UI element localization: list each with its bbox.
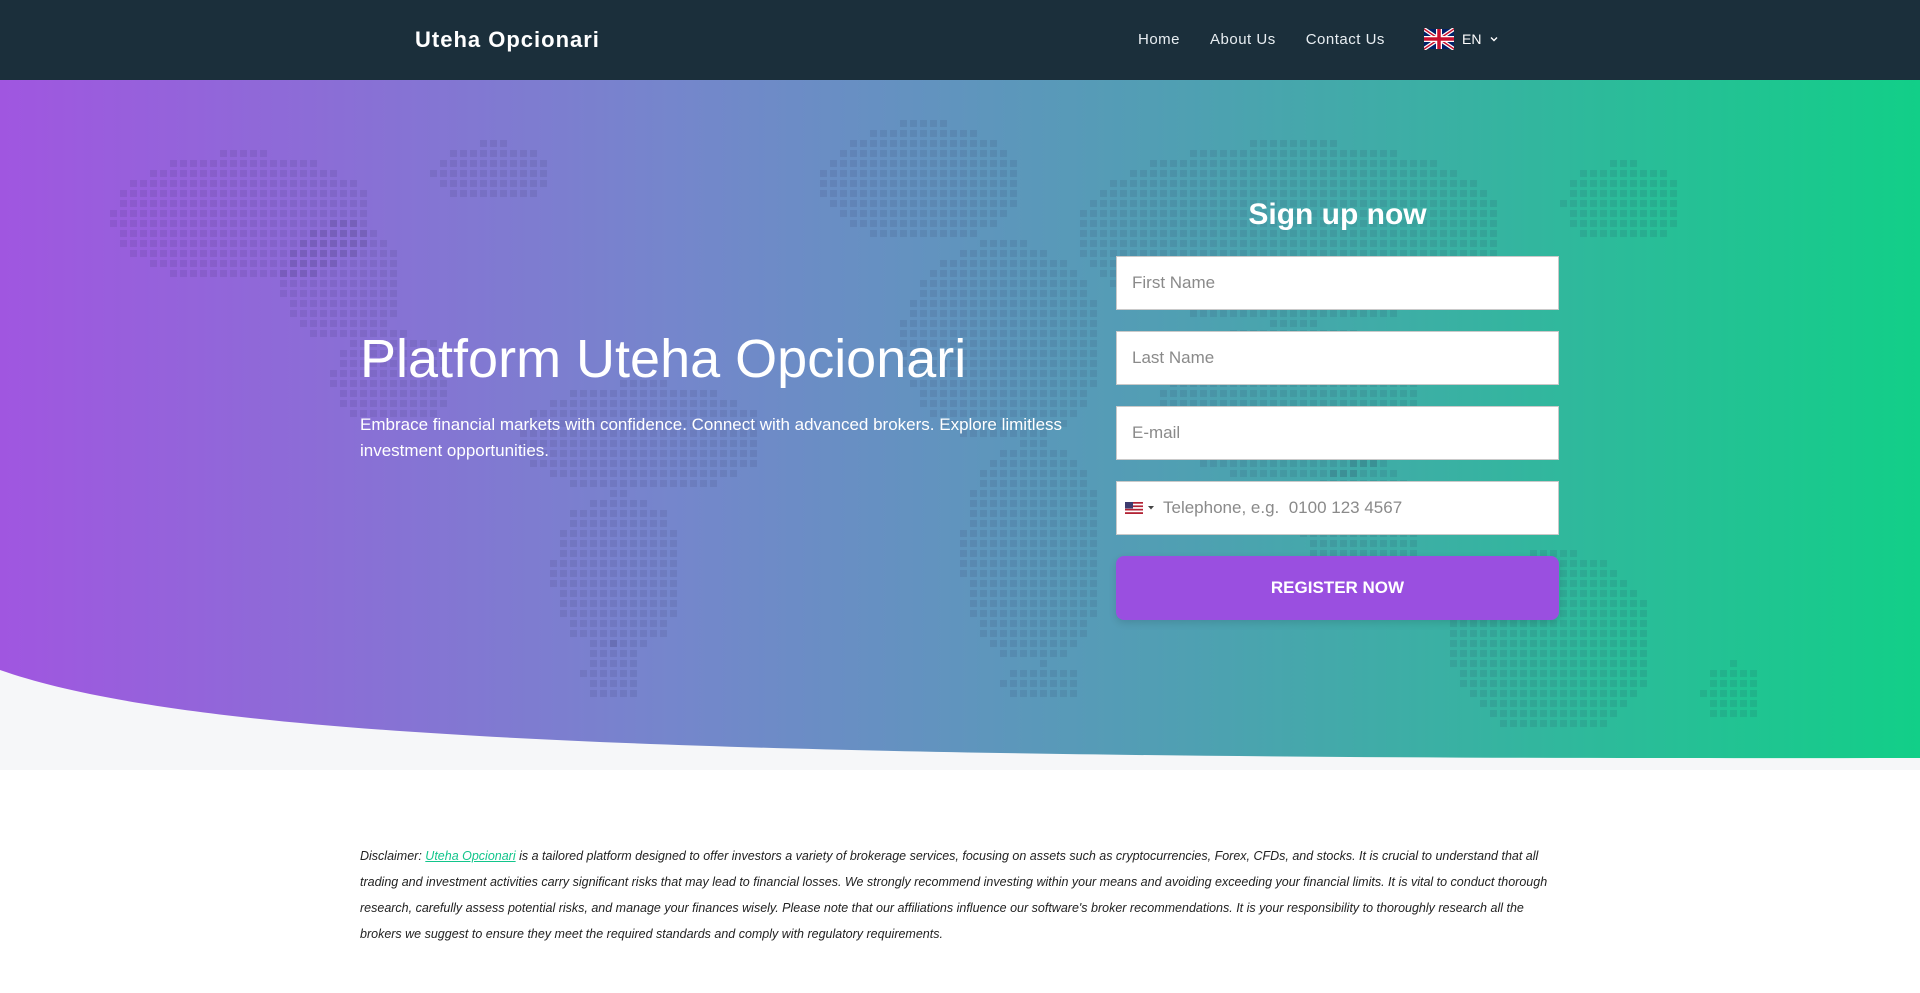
hero-wave-divider: [0, 670, 1920, 770]
disclaimer-text: Disclaimer: Uteha Opcionari is a tailore…: [360, 843, 1560, 947]
nav-contact-link[interactable]: Contact Us: [1306, 31, 1385, 48]
nav-about-link[interactable]: About Us: [1210, 31, 1276, 48]
signup-form-title: Sign up now: [1248, 198, 1427, 231]
nav-home-link[interactable]: Home: [1138, 31, 1180, 48]
brand-logo-text[interactable]: Uteha Opcionari: [415, 27, 600, 53]
chevron-down-icon: [1490, 37, 1498, 42]
disclaimer-prefix: Disclaimer:: [360, 849, 426, 863]
disclaimer-body: is a tailored platform designed to offer…: [360, 849, 1548, 941]
last-name-input[interactable]: [1116, 331, 1559, 385]
phone-input[interactable]: [1163, 482, 1553, 534]
email-input[interactable]: [1116, 406, 1559, 460]
uk-flag-icon: [1424, 28, 1454, 50]
first-name-input[interactable]: [1116, 256, 1559, 310]
caret-down-icon: [1148, 506, 1154, 510]
us-flag-icon: [1125, 502, 1143, 514]
hero-subtitle: Embrace financial markets with confidenc…: [360, 415, 1063, 460]
language-selector[interactable]: EN: [1424, 28, 1499, 50]
language-label: EN: [1462, 31, 1482, 47]
country-code-dropdown[interactable]: [1125, 502, 1156, 514]
disclaimer-brand-link[interactable]: Uteha Opcionari: [425, 849, 515, 863]
register-now-button[interactable]: REGISTER NOW: [1116, 556, 1559, 620]
hero-section: Platform Uteha Opcionari Embrace financi…: [0, 80, 1920, 770]
site-header: Uteha Opcionari Home About Us Contact Us…: [0, 0, 1920, 80]
phone-field: [1116, 481, 1559, 535]
main-nav: Home About Us Contact Us: [1138, 31, 1415, 48]
hero-title: Platform Uteha Opcionari: [360, 329, 967, 389]
